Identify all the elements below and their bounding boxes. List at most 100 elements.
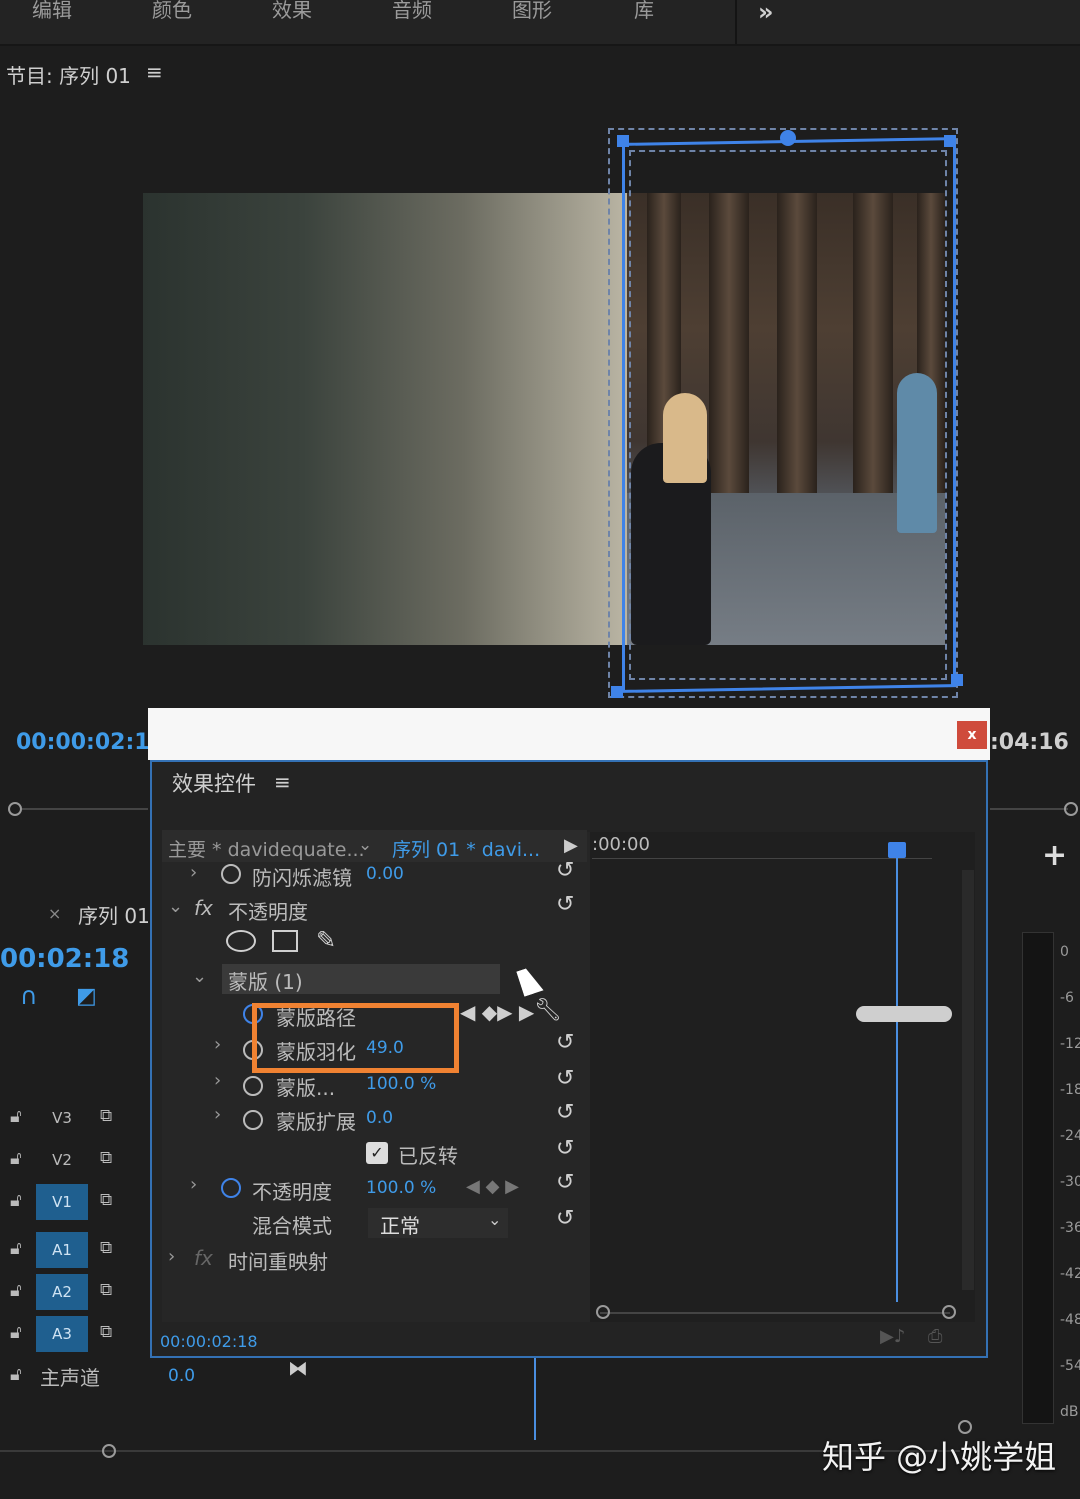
track-output-toggle-icon[interactable]: ⧉ <box>100 1106 112 1126</box>
effect-controls-timecode[interactable]: 00:00:02:18 <box>160 1332 258 1351</box>
workspace-tab-edit[interactable]: 编辑 <box>32 0 72 20</box>
mask-vertex-handle[interactable] <box>611 686 623 698</box>
chevron-down-icon[interactable]: ⌄ <box>488 1210 501 1229</box>
rectangle-mask-icon[interactable] <box>272 930 298 952</box>
stopwatch-icon[interactable] <box>221 864 241 884</box>
chevron-right-icon[interactable]: › <box>190 862 197 883</box>
reset-icon[interactable]: ↺ <box>556 1066 574 1091</box>
source-clip-selector[interactable]: 主要 * davidequate... <box>168 835 365 862</box>
chevron-down-icon[interactable]: ⌄ <box>168 896 183 917</box>
mask-vertex-handle[interactable] <box>944 135 956 147</box>
track-label[interactable]: A2 <box>36 1274 88 1310</box>
close-tab-icon[interactable]: × <box>48 904 61 923</box>
lock-icon[interactable]: 🔓︎ <box>10 1238 22 1259</box>
workspace-tab-color[interactable]: 颜色 <box>152 0 192 20</box>
track-output-toggle-icon[interactable]: ⧉ <box>100 1322 112 1342</box>
workspace-tab-audio[interactable]: 音频 <box>392 0 432 20</box>
track-mask-controls-icon[interactable]: ◀ ◆▶ ▶ <box>460 1000 534 1024</box>
scroll-left-handle[interactable] <box>596 1305 610 1319</box>
chevron-right-icon[interactable]: › <box>214 1104 221 1125</box>
blend-mode-value[interactable]: 正常 <box>380 1210 420 1239</box>
wrench-icon[interactable]: 🔧︎ <box>534 998 562 1023</box>
mask-opacity-value[interactable]: 100.0 % <box>366 1074 436 1094</box>
program-zoom-right-handle[interactable] <box>1064 802 1078 816</box>
stopwatch-icon[interactable] <box>243 1076 263 1096</box>
mask-feather-handle[interactable] <box>780 130 796 146</box>
stopwatch-icon[interactable] <box>221 1178 241 1198</box>
reset-icon[interactable]: ↺ <box>556 1136 574 1161</box>
reset-icon[interactable]: ↺ <box>556 892 574 917</box>
program-monitor-title[interactable]: 节目: 序列 01 <box>6 60 131 89</box>
ellipse-mask-icon[interactable] <box>226 930 256 952</box>
chevron-down-icon[interactable]: ⌄ <box>192 966 207 987</box>
chevron-right-icon[interactable]: › <box>214 1070 221 1091</box>
track-label[interactable]: A1 <box>36 1232 88 1268</box>
program-scrub-bar-right[interactable] <box>990 808 1068 810</box>
fx-badge-icon[interactable]: fx <box>194 896 213 920</box>
vertical-scrollbar[interactable] <box>962 870 974 1290</box>
dialog-titlebar[interactable] <box>148 708 990 760</box>
track-output-toggle-icon[interactable]: ⧉ <box>100 1148 112 1168</box>
track-output-toggle-icon[interactable]: ⧉ <box>100 1280 112 1300</box>
mask-path-keyframes[interactable] <box>856 1006 952 1022</box>
track-label[interactable]: V3 <box>36 1100 88 1136</box>
workspace-tab-effects[interactable]: 效果 <box>272 0 312 20</box>
keyframe-navigator-icon[interactable]: ◀ ◆ ▶ <box>466 1176 519 1197</box>
lock-icon[interactable]: 🔓︎ <box>10 1280 22 1301</box>
program-zoom-left-handle[interactable] <box>8 802 22 816</box>
track-label[interactable]: A3 <box>36 1316 88 1352</box>
workspace-tab-library[interactable]: 库 <box>634 0 654 20</box>
mask-expansion-value[interactable]: 0.0 <box>366 1108 393 1128</box>
snap-magnet-icon[interactable]: ∩ <box>20 982 38 1010</box>
scroll-right-handle[interactable] <box>942 1305 956 1319</box>
bowtie-icon[interactable]: ⧓ <box>288 1356 308 1380</box>
effect-keyframe-timeline[interactable] <box>590 832 975 1322</box>
add-button-icon[interactable]: + <box>1042 838 1067 873</box>
lock-icon[interactable]: 🔓︎ <box>10 1322 22 1343</box>
export-icon[interactable]: ⎙ <box>928 1326 942 1347</box>
chevron-down-icon[interactable]: ⌄ <box>358 835 372 855</box>
track-label[interactable]: V1 <box>36 1184 88 1220</box>
reset-icon[interactable]: ↺ <box>556 858 574 883</box>
track-output-toggle-icon[interactable]: ⧉ <box>100 1190 112 1210</box>
fx-badge-icon[interactable]: fx <box>194 1246 213 1270</box>
linked-selection-icon[interactable]: ◩ <box>76 984 97 1009</box>
stopwatch-icon[interactable] <box>243 1110 263 1130</box>
timeline-timecode[interactable]: 00:02:18 <box>0 944 129 974</box>
workspace-tab-graphics[interactable]: 图形 <box>512 0 552 20</box>
mask-vertex-handle[interactable] <box>951 674 963 686</box>
mask-vertex-handle[interactable] <box>617 135 629 147</box>
more-workspaces-icon[interactable]: » <box>758 0 774 26</box>
pen-mask-icon[interactable]: ✎ <box>316 926 336 954</box>
reset-icon[interactable]: ↺ <box>556 1206 574 1231</box>
reset-icon[interactable]: ↺ <box>556 1030 574 1055</box>
inverted-checkbox[interactable]: ✓ <box>366 1142 388 1164</box>
lock-icon[interactable]: 🔓︎ <box>10 1364 22 1385</box>
flicker-filter-value[interactable]: 0.00 <box>366 864 404 884</box>
lock-icon[interactable]: 🔓︎ <box>10 1148 22 1169</box>
opacity-value[interactable]: 100.0 % <box>366 1178 436 1198</box>
chevron-right-icon[interactable]: › <box>168 1246 175 1267</box>
master-volume-value[interactable]: 0.0 <box>168 1366 195 1386</box>
lock-icon[interactable]: 🔓︎ <box>10 1106 22 1127</box>
timeline-scrollbar[interactable] <box>0 1450 960 1452</box>
dialog-close-button[interactable]: x <box>957 721 987 749</box>
play-audio-icon[interactable]: ▶♪ <box>880 1326 905 1347</box>
reset-icon[interactable]: ↺ <box>556 1170 574 1195</box>
program-menu-icon[interactable]: ≡ <box>146 60 163 84</box>
program-scrub-bar[interactable] <box>22 808 148 810</box>
effect-controls-title[interactable]: 效果控件 <box>172 768 256 798</box>
horizontal-scrollbar[interactable] <box>600 1312 950 1314</box>
lock-icon[interactable]: 🔓︎ <box>10 1190 22 1211</box>
mask-path-outline[interactable] <box>622 137 956 693</box>
keyframe-playhead-handle[interactable] <box>888 842 906 858</box>
play-icon[interactable]: ▶ <box>564 835 578 856</box>
chevron-right-icon[interactable]: › <box>214 1034 221 1055</box>
timeline-sequence-tab[interactable]: 序列 01 <box>78 900 150 929</box>
timeline-zoom-handle[interactable] <box>102 1444 116 1458</box>
chevron-right-icon[interactable]: › <box>190 1174 197 1195</box>
track-label[interactable]: V2 <box>36 1142 88 1178</box>
program-playhead-timecode[interactable]: 00:00:02:18 <box>16 730 165 755</box>
reset-icon[interactable]: ↺ <box>556 1100 574 1125</box>
panel-menu-icon[interactable]: ≡ <box>274 770 291 794</box>
